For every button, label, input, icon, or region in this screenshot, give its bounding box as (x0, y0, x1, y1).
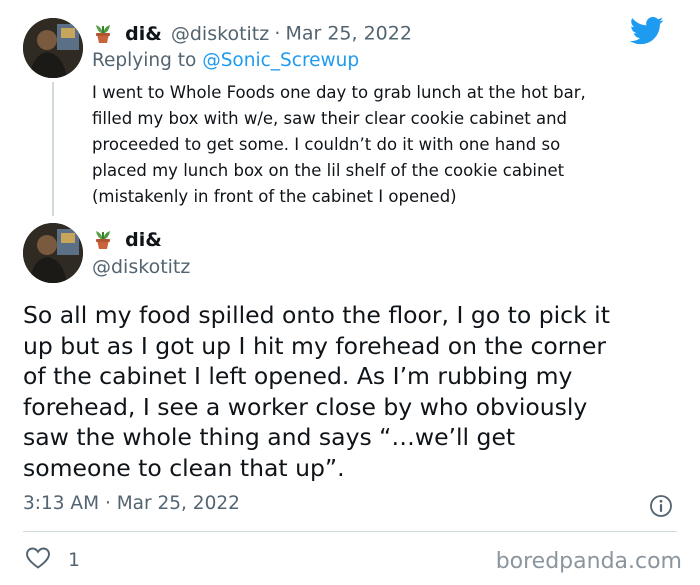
tweet-text-line: So all my food spilled onto the floor, I… (23, 301, 610, 329)
tweet-date[interactable]: Mar 25, 2022 (285, 23, 412, 45)
potted-plant-icon (92, 228, 114, 254)
divider (23, 531, 677, 532)
heart-outline-icon[interactable] (25, 546, 51, 574)
tweet-text-line: placed my lunch box on the lil shelf of … (92, 161, 565, 180)
tweet-text-line: I went to Whole Foods one day to grab lu… (92, 83, 586, 102)
tweet-text-line: filled my box with w/e, saw their clear … (92, 109, 568, 128)
replying-to-handle-link[interactable]: @Sonic_Screwup (202, 50, 359, 71)
replying-to-label: Replying to (92, 50, 203, 71)
tweet-time: 3:13 AM (23, 493, 100, 514)
tweet-text-line: forehead, I see a worker close by who ob… (23, 392, 588, 421)
user-handle[interactable]: @diskotitz (92, 256, 190, 278)
tweet-text-line: saw the whole thing and says “…we’ll get (23, 423, 516, 451)
like-action[interactable]: 1 (25, 546, 80, 574)
potted-plant-icon (92, 22, 114, 48)
like-count: 1 (68, 549, 80, 571)
tweet-date: Mar 25, 2022 (116, 493, 240, 514)
twitter-bird-icon (630, 16, 664, 50)
separator: · (274, 22, 281, 45)
user-handle[interactable]: @diskotitz (171, 23, 269, 45)
replying-to: Replying to @Sonic_Screwup (92, 50, 359, 71)
tweet-text-line: proceeded to get some. I couldn’t do it … (92, 135, 561, 154)
reply-header: di& @diskotitz · Mar 25, 2022 (92, 22, 412, 48)
tweet-timestamp[interactable]: 3:13 AM · Mar 25, 2022 (23, 493, 240, 514)
avatar[interactable] (23, 18, 83, 78)
avatar[interactable] (23, 223, 83, 283)
main-tweet-text: So all my food spilled onto the floor, I… (23, 300, 610, 483)
reply-tweet-text: I went to Whole Foods one day to grab lu… (92, 80, 586, 210)
display-name[interactable]: di& (125, 229, 162, 251)
tweet-text-line: up but as I got up I hit my forehead on … (23, 331, 607, 360)
tweet-text-line: someone to clean that up”. (23, 453, 345, 482)
watermark: boredpanda.com (495, 549, 682, 574)
tweet-text-line: of the cabinet I left opened. As I’m rub… (23, 362, 573, 390)
display-name[interactable]: di& (125, 23, 162, 45)
main-tweet-name-row: di& (92, 228, 162, 254)
info-icon[interactable] (649, 494, 673, 522)
thread-line (52, 82, 54, 216)
tweet-text-line: (mistakenly in front of the cabinet I op… (92, 187, 457, 206)
separator: · (104, 493, 111, 514)
